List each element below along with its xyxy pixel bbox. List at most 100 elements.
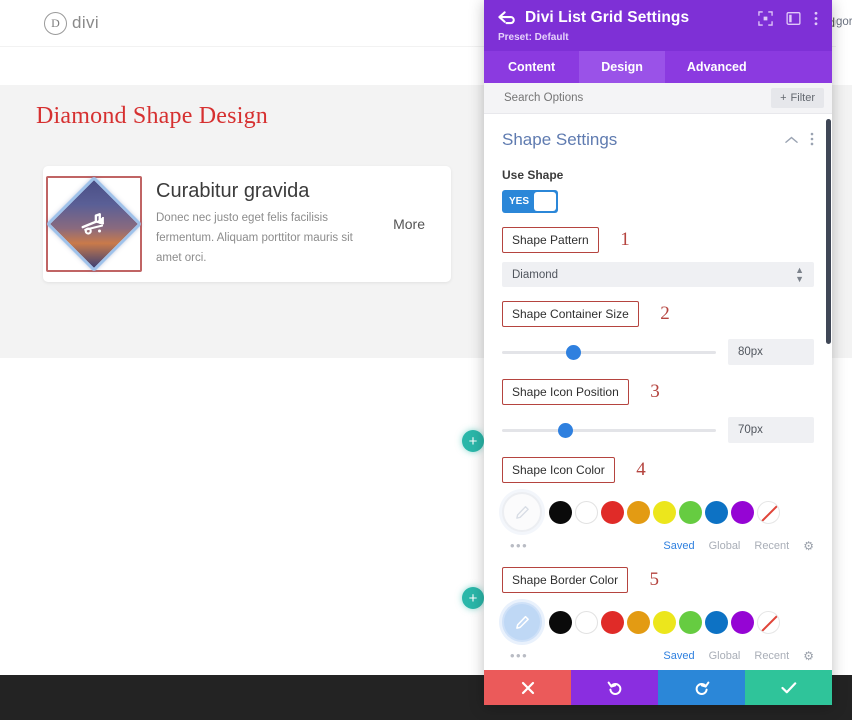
marker-1: 1	[620, 229, 630, 250]
marker-3: 3	[650, 381, 660, 402]
split-view-icon[interactable]	[786, 11, 801, 26]
right-page-peek	[836, 0, 852, 85]
shape-container[interactable]	[46, 176, 142, 272]
plus-icon: +	[780, 92, 786, 104]
swatch-yellow[interactable]	[653, 501, 676, 524]
shape-icon-color-label: Shape Icon Color	[502, 457, 615, 483]
swatch-orange[interactable]	[627, 501, 650, 524]
use-shape-toggle[interactable]: YES	[502, 190, 558, 213]
swatch-red[interactable]	[601, 501, 624, 524]
swatch-black[interactable]	[549, 501, 572, 524]
shape-border-color-swatches	[502, 602, 814, 642]
recent-colors-tab[interactable]: Recent	[754, 540, 789, 552]
section-more-vertical-icon[interactable]	[810, 132, 814, 149]
swatch-red[interactable]	[601, 611, 624, 634]
search-input[interactable]	[502, 91, 771, 105]
field-shape-container-size: Shape Container Size 2 80px	[502, 301, 814, 365]
swatch-none[interactable]	[757, 611, 780, 634]
field-shape-border-color: Shape Border Color 5	[502, 567, 814, 663]
gear-icon[interactable]: ⚙	[803, 539, 814, 553]
tab-content[interactable]: Content	[484, 51, 579, 83]
more-options-dots[interactable]: •••	[510, 538, 528, 553]
shape-icon-position-slider[interactable]	[502, 429, 716, 432]
card-title: Curabitur gravida	[156, 179, 393, 203]
more-vertical-icon[interactable]	[814, 11, 818, 26]
filter-button[interactable]: + Filter	[771, 88, 824, 108]
undo-icon	[607, 680, 623, 696]
swatch-none[interactable]	[757, 501, 780, 524]
toggle-knob	[534, 192, 556, 211]
global-colors-tab[interactable]: Global	[709, 650, 741, 662]
focus-mode-icon[interactable]	[758, 11, 773, 26]
right-peek-text: gor	[836, 16, 852, 28]
card-description: Donec nec justo eget felis facilisis fer…	[156, 209, 356, 268]
site-logo-text: divi	[72, 13, 99, 33]
gear-icon[interactable]: ⚙	[803, 649, 814, 663]
shape-icon-color-footer: ••• Saved Global Recent ⚙	[502, 538, 814, 553]
more-options-dots[interactable]: •••	[510, 648, 528, 663]
shape-container-size-slider[interactable]	[502, 351, 716, 354]
marker-5: 5	[650, 569, 660, 590]
field-use-shape: Use Shape YES	[502, 168, 814, 213]
swatch-purple[interactable]	[731, 501, 754, 524]
shape-icon-position-value[interactable]: 70px	[728, 417, 814, 443]
marker-2: 2	[660, 303, 670, 324]
shopping-cart-icon	[79, 209, 109, 239]
shape-pattern-label: Shape Pattern	[502, 227, 599, 253]
redo-icon	[694, 680, 710, 696]
marker-4: 4	[636, 459, 646, 480]
slider-knob[interactable]	[558, 423, 573, 438]
shape-border-color-footer: ••• Saved Global Recent ⚙	[502, 648, 814, 663]
swatch-white[interactable]	[575, 501, 598, 524]
save-button[interactable]	[745, 670, 832, 705]
tab-advanced[interactable]: Advanced	[665, 51, 769, 83]
page-title: Diamond Shape Design	[36, 103, 268, 130]
diamond-shape	[46, 176, 142, 272]
chevron-up-icon[interactable]	[785, 133, 798, 147]
swatch-purple[interactable]	[731, 611, 754, 634]
tab-design[interactable]: Design	[579, 51, 665, 83]
swatch-green[interactable]	[679, 501, 702, 524]
panel-body: Shape Settings Use Shape YES	[484, 114, 832, 670]
site-logo[interactable]: D divi	[44, 12, 99, 35]
swatch-blue[interactable]	[705, 611, 728, 634]
divi-logo-icon: D	[44, 12, 67, 35]
saved-colors-tab[interactable]: Saved	[663, 650, 694, 662]
shape-pattern-value: Diamond	[512, 269, 558, 281]
recent-colors-tab[interactable]: Recent	[754, 650, 789, 662]
swatch-green[interactable]	[679, 611, 702, 634]
shape-pattern-select[interactable]: Diamond ▲▼	[502, 262, 814, 287]
filter-button-label: Filter	[791, 92, 815, 104]
close-icon	[521, 681, 535, 695]
shape-settings-section-header: Shape Settings	[502, 114, 814, 154]
cancel-button[interactable]	[484, 670, 571, 705]
use-shape-toggle-label: YES	[504, 196, 534, 207]
add-row-button-bottom[interactable]: +	[462, 587, 484, 609]
panel-header-icons	[758, 11, 818, 26]
section-title: Shape Settings	[502, 130, 617, 150]
use-shape-label: Use Shape	[502, 168, 814, 182]
shape-border-color-current[interactable]	[502, 602, 542, 642]
panel-scrollbar[interactable]	[826, 119, 831, 344]
slider-knob[interactable]	[566, 345, 581, 360]
swatch-yellow[interactable]	[653, 611, 676, 634]
global-colors-tab[interactable]: Global	[709, 540, 741, 552]
list-grid-card: Curabitur gravida Donec nec justo eget f…	[43, 166, 451, 282]
field-shape-icon-color: Shape Icon Color 4	[502, 457, 814, 553]
swatch-black[interactable]	[549, 611, 572, 634]
swatch-white[interactable]	[575, 611, 598, 634]
shape-icon-color-current[interactable]	[502, 492, 542, 532]
undo-button[interactable]	[571, 670, 658, 705]
add-row-button-top[interactable]: +	[462, 430, 484, 452]
card-more-link[interactable]: More	[393, 216, 425, 232]
redo-button[interactable]	[658, 670, 745, 705]
preset-selector[interactable]: Preset: Default	[498, 32, 818, 43]
swatch-blue[interactable]	[705, 501, 728, 524]
chevron-updown-icon: ▲▼	[795, 266, 804, 282]
divi-settings-panel: Divi List Grid Settings	[484, 0, 832, 705]
back-arrow-icon[interactable]	[498, 11, 515, 25]
shape-container-size-value[interactable]: 80px	[728, 339, 814, 365]
shape-container-size-label: Shape Container Size	[502, 301, 639, 327]
saved-colors-tab[interactable]: Saved	[663, 540, 694, 552]
swatch-orange[interactable]	[627, 611, 650, 634]
